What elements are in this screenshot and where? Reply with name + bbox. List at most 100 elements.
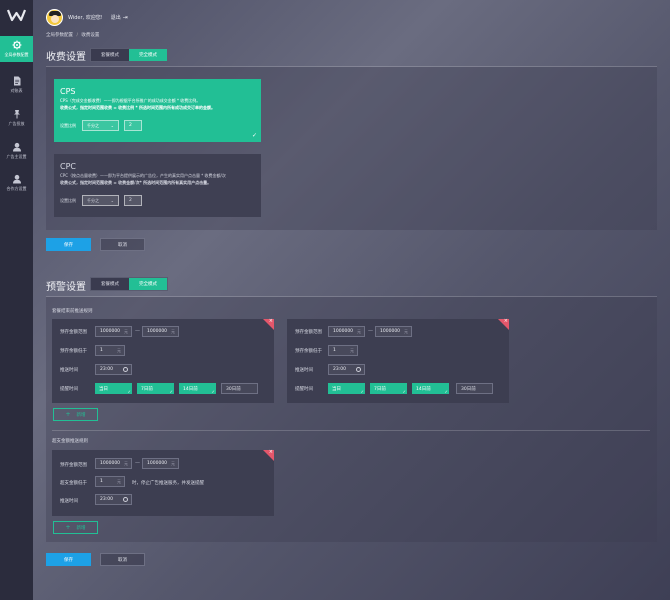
remind-chip-same-day[interactable]: 当日 ✓: [328, 383, 365, 394]
remind-chip-7days[interactable]: 7日前 ✓: [370, 383, 407, 394]
close-icon[interactable]: ×: [269, 449, 273, 455]
range-min-unit: 元: [357, 329, 361, 334]
user-icon: [12, 174, 21, 184]
fee-mode-full[interactable]: 完全模式: [129, 49, 167, 61]
balance-below-unit: 元: [350, 348, 354, 353]
breadcrumb: 全局参数配置 / 收费设置: [46, 32, 99, 38]
check-icon: ✓: [127, 389, 131, 394]
range-max-unit: 元: [404, 329, 408, 334]
range-max-unit: 元: [171, 329, 175, 334]
remind-chip-label: 30日前: [226, 386, 241, 392]
cps-unit-select[interactable]: 千分之 ⌄: [82, 120, 119, 131]
range-dash: —: [135, 328, 140, 334]
overdraft-label: 超支金额低于: [60, 481, 87, 486]
cps-ratio-row: 设置比例 千分之 ⌄ 2: [60, 120, 142, 131]
fee-cancel-button[interactable]: 取消: [100, 238, 145, 251]
range-min-value: 1000000: [333, 329, 354, 334]
user-greeting: Wider, 欢迎您!: [68, 14, 103, 21]
push-time-label: 推送时间: [60, 499, 78, 504]
push-time-label: 推送时间: [60, 368, 78, 373]
sidebar-item-global-config[interactable]: 全局参数配置: [0, 36, 33, 62]
sidebar-item-ad-placement[interactable]: 广告投放: [0, 105, 33, 131]
range-max-input[interactable]: 1000000 元: [142, 326, 179, 337]
remind-chip-7days[interactable]: 7日前 ✓: [137, 383, 174, 394]
push-time-label: 推送时间: [295, 368, 313, 373]
sidebar-item-partner-settings[interactable]: 合作方设置: [0, 170, 33, 196]
logout-link[interactable]: 退出 ⇥: [111, 14, 128, 21]
fee-mode-package[interactable]: 套餐模式: [91, 49, 129, 61]
balance-rule-card: × 预存金额范围 1000000 元 — 1000000 元 超支金额低于 1 …: [52, 449, 274, 516]
remind-chip-30days[interactable]: 30日前: [456, 383, 493, 394]
push-time-input[interactable]: 23:00: [95, 494, 132, 505]
range-min-input[interactable]: 1000000 元: [95, 458, 132, 469]
close-icon[interactable]: ×: [504, 318, 508, 324]
fee-save-button[interactable]: 保存: [46, 238, 91, 251]
close-icon[interactable]: ×: [269, 318, 273, 324]
logo-icon: [7, 9, 26, 22]
warn-save-button[interactable]: 保存: [46, 553, 91, 566]
range-max-value: 1000000: [147, 329, 168, 334]
breadcrumb-root[interactable]: 全局参数配置: [46, 33, 73, 38]
range-max-unit: 元: [171, 461, 175, 466]
range-min-input[interactable]: 1000000 元: [95, 326, 132, 337]
warn-mode-full[interactable]: 完全模式: [129, 278, 167, 290]
user-icon: [12, 142, 21, 152]
cps-card[interactable]: CPS CPS（完成交金额收费）——即为根据平台所推广的成功成交金额 * 收费比…: [54, 79, 261, 142]
cpc-title: CPC: [60, 162, 76, 171]
overdraft-unit: 元: [117, 479, 121, 484]
range-label: 预存金额范围: [60, 463, 87, 468]
chevron-down-icon: ⌄: [110, 198, 114, 203]
warn-mode-package[interactable]: 套餐模式: [91, 278, 129, 290]
cpc-ratio-input[interactable]: 2: [124, 195, 142, 206]
warn-cancel-button[interactable]: 取消: [100, 553, 145, 566]
range-min-unit: 元: [124, 329, 128, 334]
balance-below-unit: 元: [117, 348, 121, 353]
remind-chip-14days[interactable]: 14日前 ✓: [412, 383, 449, 394]
sidebar-item-advertiser-settings[interactable]: 广告主设置: [0, 138, 33, 164]
overdraft-input[interactable]: 1 元: [95, 476, 125, 487]
cps-title: CPS: [60, 87, 76, 96]
add-package-rule-button[interactable]: + 新增: [53, 408, 98, 421]
check-icon: ✓: [211, 389, 215, 394]
fee-section-title: 收费设置: [46, 52, 86, 63]
remind-chip-label: 30日前: [461, 386, 476, 392]
range-max-input[interactable]: 1000000 元: [142, 458, 179, 469]
range-min-input[interactable]: 1000000 元: [328, 326, 365, 337]
remind-chip-label: 当日: [99, 386, 108, 392]
cpc-unit-select[interactable]: 千分之 ⌄: [82, 195, 119, 206]
sidebar-item-label: 合作方设置: [6, 186, 27, 191]
range-max-input[interactable]: 1000000 元: [375, 326, 412, 337]
cpc-unit-value: 千分之: [87, 197, 99, 203]
push-time-value: 23:00: [100, 367, 113, 372]
breadcrumb-separator: /: [76, 33, 78, 38]
topbar: Wider, 欢迎您! 退出 ⇥: [46, 8, 128, 26]
breadcrumb-current: 收费设置: [81, 33, 100, 38]
push-time-input[interactable]: 23:00: [95, 364, 132, 375]
remind-chip-label: 7日前: [141, 386, 153, 392]
fee-mode-toggle: 套餐模式 完全模式: [90, 48, 168, 62]
avatar[interactable]: [46, 8, 63, 26]
sidebar-item-label: 广告投放: [8, 121, 25, 126]
sidebar-item-reconciliation[interactable]: 对账表: [0, 72, 33, 98]
remind-chip-same-day[interactable]: 当日 ✓: [95, 383, 132, 394]
warn-mode-toggle: 套餐模式 完全模式: [90, 277, 168, 291]
chevron-down-icon: ⌄: [110, 123, 114, 128]
push-time-input[interactable]: 23:00: [328, 364, 365, 375]
balance-below-input[interactable]: 1 元: [95, 345, 125, 356]
remind-chip-14days[interactable]: 14日前 ✓: [179, 383, 216, 394]
remind-chip-30days[interactable]: 30日前: [221, 383, 258, 394]
remind-time-label: 提醒时间: [295, 387, 313, 392]
balance-below-value: 1: [333, 348, 336, 353]
cpc-formula: 收费公式，指定时间范围收费 = 收费金额/次* 所选时间范围内所有真实用户点击量…: [60, 180, 212, 185]
balance-below-input[interactable]: 1 元: [328, 345, 358, 356]
fee-panel: CPS CPS（完成交金额收费）——即为根据平台所推广的成功成交金额 * 收费比…: [46, 67, 657, 230]
cpc-card[interactable]: CPC CPC（按点击量收费）——即为平台提供展示的广告位，产生的真实用户点击量…: [54, 154, 261, 217]
warn-section-title: 预警设置: [46, 282, 86, 293]
logout-label: 退出: [110, 14, 121, 21]
clock-icon: [123, 497, 128, 502]
plus-icon: +: [65, 411, 71, 418]
range-max-value: 1000000: [380, 329, 401, 334]
cps-ratio-input[interactable]: 2: [124, 120, 142, 131]
add-balance-rule-button[interactable]: + 新增: [53, 521, 98, 534]
range-min-unit: 元: [124, 461, 128, 466]
